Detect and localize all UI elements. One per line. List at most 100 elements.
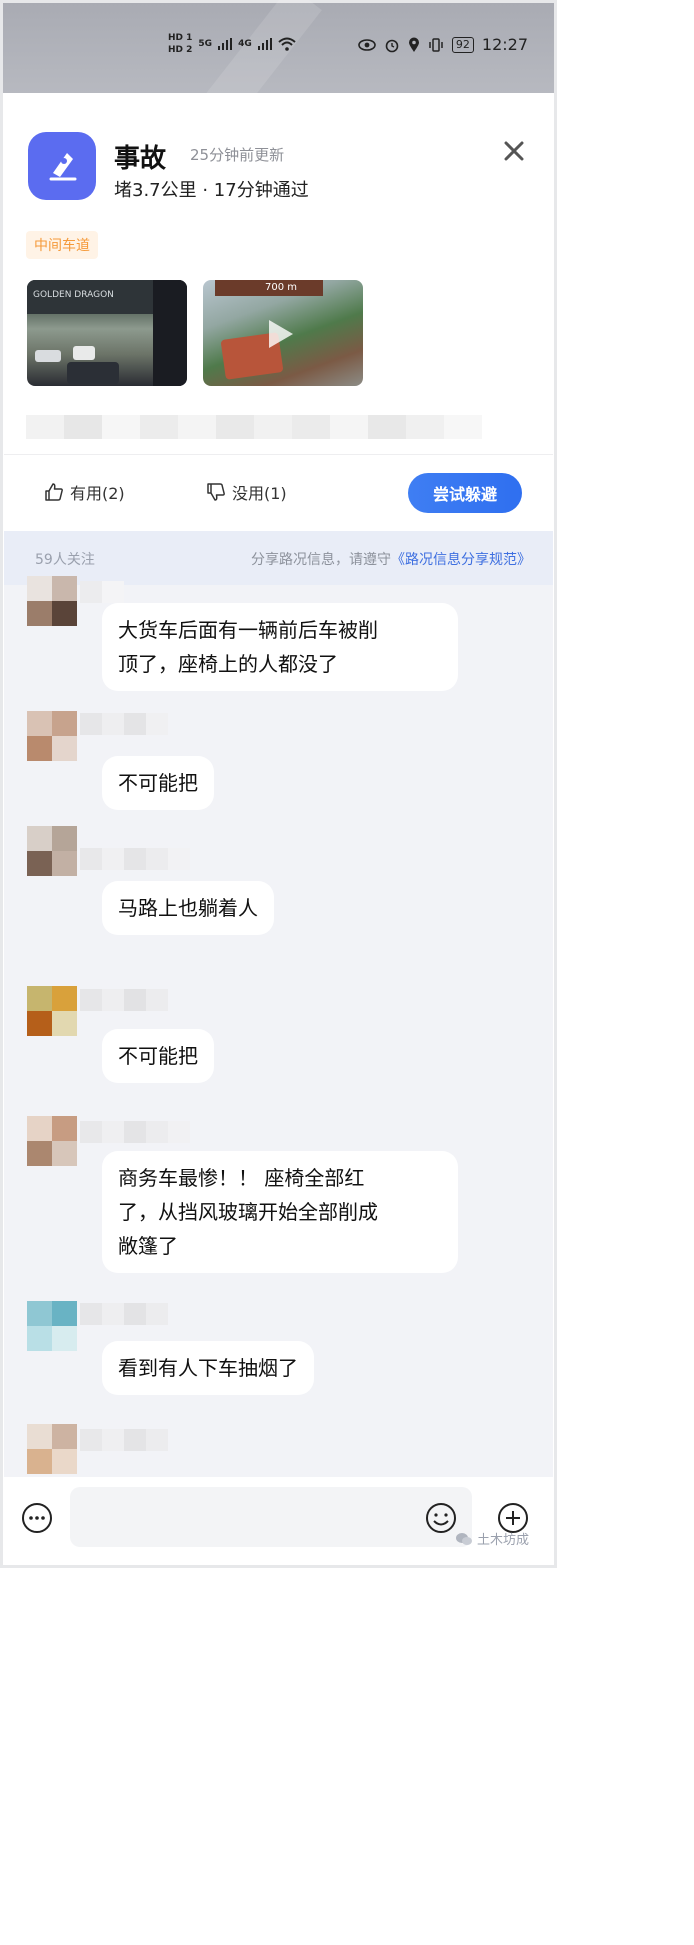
wifi-icon xyxy=(278,37,296,51)
username-blurred xyxy=(80,1429,168,1451)
battery-indicator: 92 xyxy=(451,36,474,53)
vibrate-icon xyxy=(429,37,443,52)
user-avatar[interactable] xyxy=(27,986,77,1036)
watermark: 土木坊成 xyxy=(455,1529,529,1548)
car-shape xyxy=(67,362,119,384)
username-blurred xyxy=(80,581,124,603)
avatar-pixel xyxy=(52,1141,77,1166)
avatar-pixel xyxy=(52,1301,77,1326)
comment-bubble: 大货车后面有一辆前后车被削 顶了，座椅上的人都没了 xyxy=(102,603,458,691)
avatar-pixel xyxy=(27,1449,52,1474)
avatar-pixel xyxy=(27,711,52,736)
try-avoid-button[interactable]: 尝试躲避 xyxy=(408,473,522,513)
rule-link[interactable]: 《路况信息分享规范》 xyxy=(391,552,531,568)
status-bar: HD 1 HD 2 5G 4G 92 12:27 xyxy=(3,0,554,121)
user-avatar[interactable] xyxy=(27,1424,77,1474)
avatar-pixel xyxy=(52,601,77,626)
avatar-pixel xyxy=(27,986,52,1011)
accident-app-icon xyxy=(28,132,96,200)
rule-prefix: 分享路况信息，请遵守 xyxy=(251,552,391,568)
avatar-pixel xyxy=(52,576,77,601)
sim2-label: HD 2 xyxy=(168,45,193,55)
avatar-pixel xyxy=(52,711,77,736)
avatar-pixel xyxy=(27,601,52,626)
watermark-text: 土木坊成 xyxy=(476,1533,529,1548)
avatar-pixel xyxy=(27,1141,52,1166)
comment-bubble: 马路上也躺着人 xyxy=(102,881,274,935)
clock: 12:27 xyxy=(481,35,528,54)
avatar-pixel xyxy=(52,1116,77,1141)
user-avatar[interactable] xyxy=(27,826,77,876)
username-blurred xyxy=(80,848,190,870)
signal-icon-2 xyxy=(257,38,272,50)
thumb1-caption: GOLDEN DRAGON xyxy=(33,290,114,300)
useless-button[interactable]: 没用(1) xyxy=(206,480,287,504)
signal-icon xyxy=(218,38,233,50)
username-blurred xyxy=(80,989,168,1011)
useful-label: 有用(2) xyxy=(70,484,125,503)
road-sign: 700 m xyxy=(215,280,323,296)
avatar-pixel xyxy=(52,1011,77,1036)
accident-icon xyxy=(49,153,77,181)
avatar-pixel xyxy=(52,826,77,851)
thumbs-up-icon xyxy=(45,483,63,501)
useless-label: 没用(1) xyxy=(232,484,287,503)
close-icon[interactable] xyxy=(501,138,527,164)
useful-button[interactable]: 有用(2) xyxy=(44,480,125,504)
event-detail-sheet: 事故 25分钟前更新 堵3.7公里 · 17分钟通过 中间车道 GOLDEN D… xyxy=(4,98,553,1564)
avatar-pixel xyxy=(27,1011,52,1036)
avatar-pixel xyxy=(52,1424,77,1449)
avatar-pixel xyxy=(27,1301,52,1326)
avatar-pixel xyxy=(52,851,77,876)
blurred-description xyxy=(26,415,482,439)
updated-time: 25分钟前更新 xyxy=(190,146,285,164)
comments-area[interactable]: 59人关注 分享路况信息，请遵守《路况信息分享规范》 大货车后面有一辆前后车被削… xyxy=(4,531,553,1477)
car-shape xyxy=(35,350,61,362)
comment-bubble: 看到有人下车抽烟了 xyxy=(102,1341,314,1395)
followers-count: 59人关注 xyxy=(35,552,95,568)
avatar-pixel xyxy=(52,1449,77,1474)
lane-tag: 中间车道 xyxy=(26,231,98,259)
username-blurred xyxy=(80,713,168,735)
network-4g: 4G xyxy=(238,39,252,49)
status-left: HD 1 HD 2 5G 4G xyxy=(168,33,296,55)
event-photo-thumbnail[interactable]: GOLDEN DRAGON xyxy=(27,280,187,386)
car-shape xyxy=(73,346,95,360)
avatar-pixel xyxy=(27,1424,52,1449)
comment-bubble: 商务车最惨！！ 座椅全部红 了，从挡风玻璃开始全部削成 敞篷了 xyxy=(102,1151,458,1273)
user-avatar[interactable] xyxy=(27,1116,77,1166)
comment-bubble: 不可能把 xyxy=(102,756,214,810)
sim1-label: HD 1 xyxy=(168,33,193,43)
congestion-summary: 堵3.7公里 · 17分钟通过 xyxy=(114,180,309,201)
sharing-notice: 59人关注 分享路况信息，请遵守《路况信息分享规范》 xyxy=(4,531,553,585)
eye-icon xyxy=(358,38,376,51)
avatar-pixel xyxy=(27,736,52,761)
avatar-pixel xyxy=(27,851,52,876)
event-video-thumbnail[interactable]: 700 m xyxy=(203,280,363,386)
user-avatar[interactable] xyxy=(27,711,77,761)
status-right: 92 12:27 xyxy=(358,35,528,54)
thumbs-down-icon xyxy=(207,483,225,501)
location-icon xyxy=(408,37,419,52)
avatar-pixel xyxy=(27,1116,52,1141)
username-blurred xyxy=(80,1303,168,1325)
user-avatar[interactable] xyxy=(27,1301,77,1351)
avatar-pixel xyxy=(27,826,52,851)
alarm-icon xyxy=(385,39,399,52)
avatar-pixel xyxy=(27,576,52,601)
user-avatar[interactable] xyxy=(27,576,77,626)
avatar-pixel xyxy=(52,986,77,1011)
sharing-rule: 分享路况信息，请遵守《路况信息分享规范》 xyxy=(251,549,531,569)
emoji-icon[interactable] xyxy=(424,1501,458,1535)
avatar-pixel xyxy=(27,1326,52,1351)
avatar-pixel xyxy=(52,736,77,761)
username-blurred xyxy=(80,1121,190,1143)
wechat-icon xyxy=(455,1532,472,1545)
network-5g: 5G xyxy=(198,39,213,49)
section-divider xyxy=(4,454,553,455)
avatar-pixel xyxy=(52,1326,77,1351)
comment-icon[interactable] xyxy=(20,1501,54,1535)
comment-input[interactable] xyxy=(70,1487,472,1547)
play-icon[interactable] xyxy=(269,320,293,348)
comment-input-bar: 土木坊成 xyxy=(4,1477,553,1564)
